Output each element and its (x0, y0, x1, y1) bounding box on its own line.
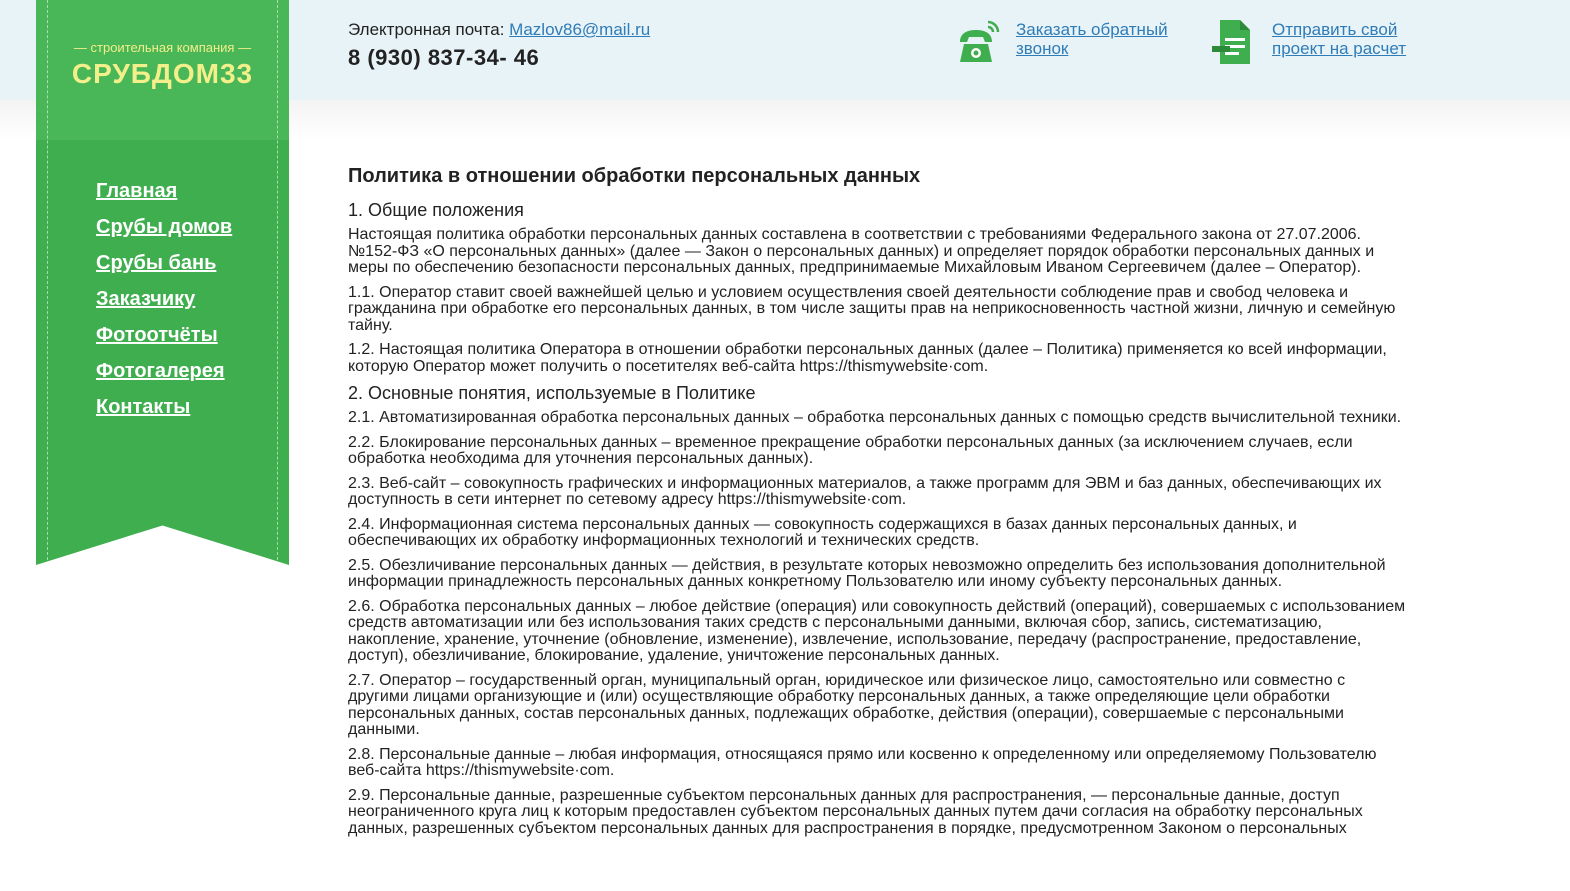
email-link[interactable]: Mazlov86@mail.ru (509, 20, 650, 39)
policy-paragraph: 2.6. Обработка персональных данных – люб… (348, 597, 1406, 664)
send-project-link[interactable]: Отправить свой проект на расчет (1272, 20, 1432, 58)
callback-link[interactable]: Заказать обратный звонок (1016, 20, 1176, 58)
policy-paragraph: 1.1. Оператор ставит своей важнейшей цел… (348, 283, 1396, 334)
email-label: Электронная почта: (348, 20, 505, 39)
logo-tagline: — строительная компания — (73, 40, 252, 55)
policy-paragraph: 2.8. Персональные данные – любая информа… (348, 745, 1377, 779)
policy-content: Политика в отношении обработки персональ… (348, 165, 1408, 845)
page-title: Политика в отношении обработки персональ… (348, 165, 921, 187)
nav-item-contacts: Контакты (96, 396, 232, 432)
policy-paragraph: 2.3. Веб-сайт – совокупность графических… (348, 474, 1382, 508)
ribbon-stitch-right (277, 0, 278, 565)
nav-item-photo-reports: Фотоотчёты (96, 324, 232, 360)
policy-paragraph: 2.5. Обезличивание персональных данных —… (348, 556, 1386, 590)
ribbon-stitch-left (47, 0, 48, 565)
phone-number[interactable]: 8 (930) 837-34- 46 (348, 45, 539, 71)
nav-link-photo-reports[interactable]: Фотоотчёты (96, 324, 218, 346)
nav-item-house-frames: Срубы домов (96, 216, 232, 252)
nav-link-bath-frames[interactable]: Срубы бань (96, 252, 216, 274)
policy-paragraph: 2.4. Информационная система персональных… (348, 515, 1297, 549)
policy-paragraph: 2.2. Блокирование персональных данных – … (348, 433, 1353, 467)
policy-paragraph: 2.1. Автоматизированная обработка персон… (348, 409, 1402, 426)
section-heading-general: 1. Общие положения (348, 200, 524, 220)
nav-link-gallery[interactable]: Фотогалерея (96, 360, 225, 382)
nav-link-home[interactable]: Главная (96, 180, 177, 202)
policy-paragraph: 2.9. Персональные данные, разрешенные су… (348, 786, 1363, 837)
nav-link-customer[interactable]: Заказчику (96, 288, 195, 310)
logo[interactable]: СРУБДОМ33 (36, 58, 289, 90)
nav-link-contacts[interactable]: Контакты (96, 396, 190, 418)
nav-item-gallery: Фотогалерея (96, 360, 232, 396)
main-nav: Главная Срубы домов Срубы бань Заказчику… (96, 180, 232, 432)
sidebar-ribbon: — строительная компания — СРУБДОМ33 Глав… (36, 0, 289, 565)
policy-paragraph: 2.7. Оператор – государственный орган, м… (348, 671, 1346, 738)
nav-item-home: Главная (96, 180, 232, 216)
policy-paragraph: 1.2. Настоящая политика Оператора в отно… (348, 341, 1387, 375)
nav-item-customer: Заказчику (96, 288, 232, 324)
nav-item-bath-frames: Срубы бань (96, 252, 232, 288)
logo-area: — строительная компания — СРУБДОМ33 (36, 0, 289, 140)
phone-icon[interactable] (952, 18, 1000, 66)
document-icon[interactable] (1210, 18, 1258, 66)
section-heading-definitions: 2. Основные понятия, используемые в Поли… (348, 383, 756, 403)
policy-paragraph: Настоящая политика обработки персональны… (348, 226, 1375, 276)
email-row: Электронная почта: Mazlov86@mail.ru (348, 20, 650, 40)
nav-link-house-frames[interactable]: Срубы домов (96, 216, 232, 238)
